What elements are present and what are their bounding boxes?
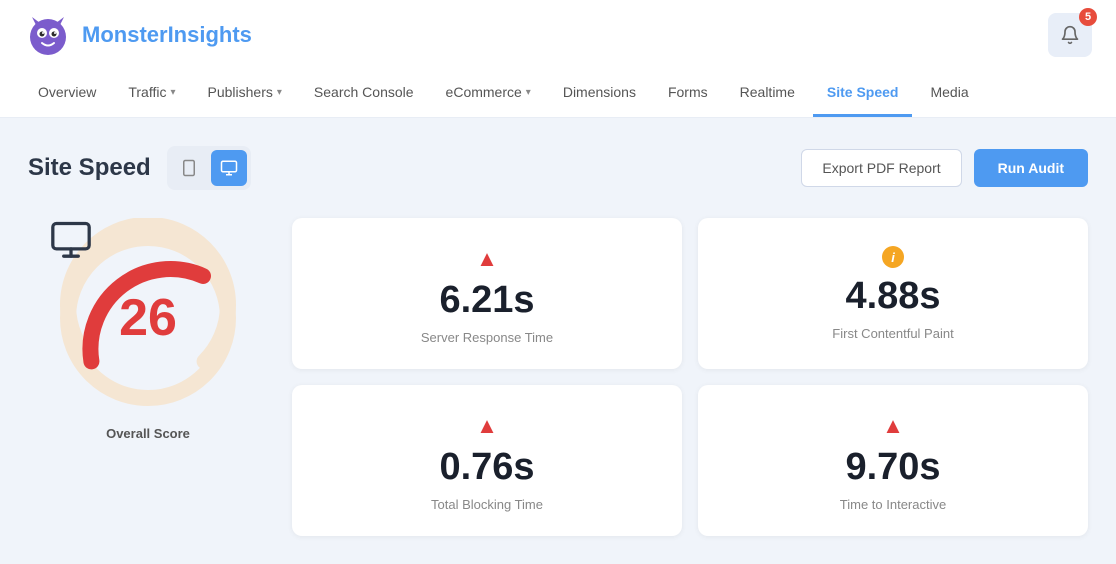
ecommerce-chevron-icon: ▾ (526, 87, 531, 98)
logo-text: MonsterInsights (82, 22, 252, 48)
nav-media-label: Media (930, 84, 968, 100)
mobile-device-button[interactable] (171, 150, 207, 186)
page-header: Site Speed Export PDF Rep (28, 146, 1088, 190)
server-response-name: Server Response Time (421, 330, 553, 345)
fcp-info-icon: i (882, 246, 904, 268)
overall-score-label: Overall Score (106, 426, 190, 441)
page-title: Site Speed (28, 154, 151, 182)
blocking-value: 0.76s (439, 447, 534, 489)
header-actions: Export PDF Report Run Audit (801, 149, 1088, 187)
metric-card-fcp: i 4.88s First Contentful Paint (698, 218, 1088, 369)
main-content: Site Speed Export PDF Rep (0, 118, 1116, 564)
overall-score-value: 26 (119, 292, 177, 344)
nav-forms[interactable]: Forms (654, 70, 722, 117)
publishers-chevron-icon: ▾ (277, 87, 282, 98)
metrics-grid: ▲ 6.21s Server Response Time i 4.88s Fir… (292, 218, 1088, 536)
nav-publishers[interactable]: Publishers ▾ (194, 70, 296, 117)
desktop-icon (220, 159, 238, 177)
nav-ecommerce[interactable]: eCommerce ▾ (432, 70, 545, 117)
nav-media[interactable]: Media (916, 70, 982, 117)
nav-site-speed[interactable]: Site Speed (813, 70, 913, 117)
logo-area: MonsterInsights (24, 11, 252, 59)
nav-forms-label: Forms (668, 84, 708, 100)
metric-card-server-response: ▲ 6.21s Server Response Time (292, 218, 682, 369)
nav-overview[interactable]: Overview (24, 70, 110, 117)
nav-realtime[interactable]: Realtime (726, 70, 809, 117)
nav-realtime-label: Realtime (740, 84, 795, 100)
score-panel: 26 Overall Score (28, 218, 268, 441)
score-circle: 26 (48, 218, 248, 418)
nav-ecommerce-label: eCommerce (446, 84, 522, 100)
nav-search-console[interactable]: Search Console (300, 70, 428, 117)
mobile-icon (180, 159, 198, 177)
fcp-name: First Contentful Paint (832, 326, 953, 341)
tti-value: 9.70s (845, 447, 940, 489)
export-pdf-button[interactable]: Export PDF Report (801, 149, 961, 187)
nav-publishers-label: Publishers (208, 84, 273, 100)
app-header: MonsterInsights 5 (0, 0, 1116, 70)
fcp-value: 4.88s (845, 276, 940, 318)
blocking-name: Total Blocking Time (431, 497, 543, 512)
traffic-chevron-icon: ▾ (170, 87, 175, 98)
nav-search-console-label: Search Console (314, 84, 414, 100)
nav-dimensions-label: Dimensions (563, 84, 636, 100)
header-right: 5 (1048, 13, 1092, 57)
server-response-warning-icon: ▲ (476, 246, 498, 272)
nav-traffic[interactable]: Traffic ▾ (114, 70, 189, 117)
desktop-device-button[interactable] (211, 150, 247, 186)
tti-name: Time to Interactive (840, 497, 946, 512)
metric-card-tti: ▲ 9.70s Time to Interactive (698, 385, 1088, 536)
notifications-button[interactable]: 5 (1048, 13, 1092, 57)
server-response-value: 6.21s (439, 280, 534, 322)
tti-warning-icon: ▲ (882, 413, 904, 439)
nav-overview-label: Overview (38, 84, 96, 100)
bell-icon (1060, 25, 1080, 45)
content-area: 26 Overall Score ▲ 6.21s Server Response… (28, 218, 1088, 536)
notification-badge: 5 (1079, 8, 1097, 26)
device-toggle (167, 146, 251, 190)
logo-icon (24, 11, 72, 59)
nav-dimensions[interactable]: Dimensions (549, 70, 650, 117)
metric-card-blocking: ▲ 0.76s Total Blocking Time (292, 385, 682, 536)
blocking-warning-icon: ▲ (476, 413, 498, 439)
nav-traffic-label: Traffic (128, 84, 166, 100)
monitor-svg-icon (48, 218, 94, 258)
main-nav: Overview Traffic ▾ Publishers ▾ Search C… (0, 70, 1116, 118)
score-inner: 26 (119, 292, 177, 344)
nav-site-speed-label: Site Speed (827, 84, 899, 100)
logo-dark: Monster (82, 22, 168, 47)
run-audit-button[interactable]: Run Audit (974, 149, 1088, 187)
logo-colored: Insights (168, 22, 252, 47)
page-title-area: Site Speed (28, 146, 251, 190)
